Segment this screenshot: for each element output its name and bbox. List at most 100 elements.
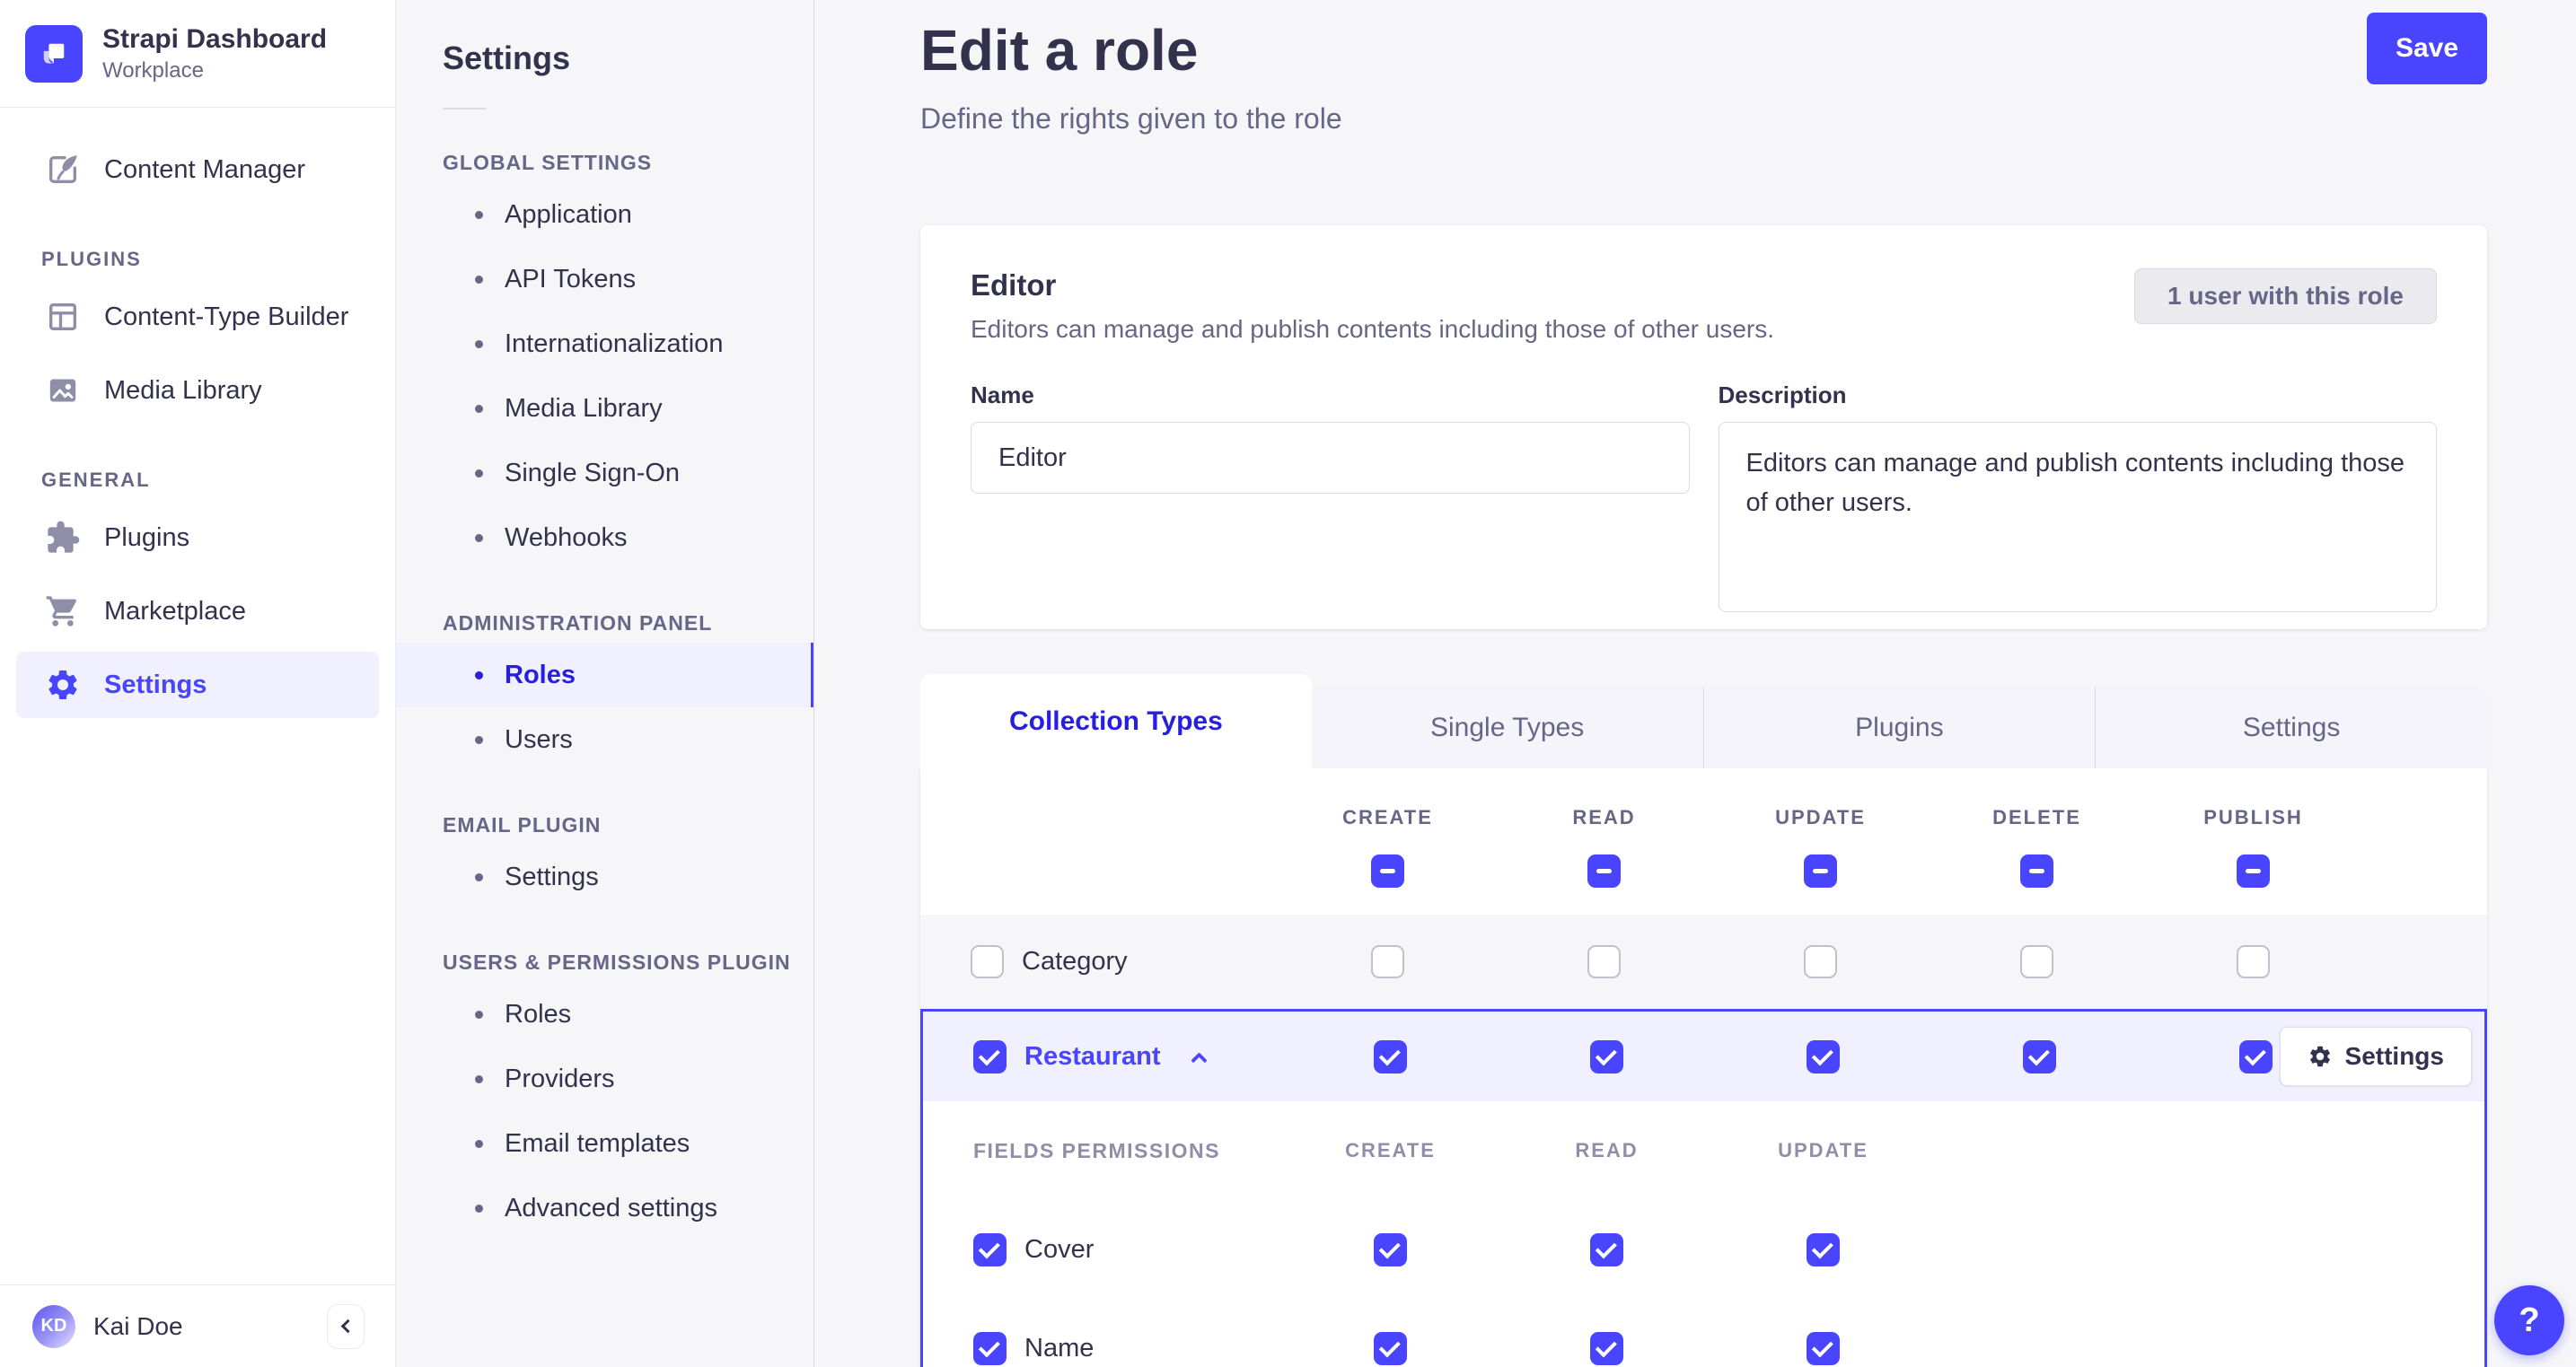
bullet-icon — [475, 210, 483, 219]
subnav-item-label: Webhooks — [505, 522, 628, 552]
update-checkbox[interactable] — [1807, 1039, 1840, 1073]
tab-settings[interactable]: Settings — [2095, 687, 2487, 768]
sidebar-item-settings[interactable]: Settings — [16, 652, 379, 718]
brand-text: Strapi Dashboard Workplace — [102, 23, 327, 83]
role-description-textarea[interactable]: Editors can manage and publish contents … — [1718, 422, 2437, 612]
column-header: READ — [1575, 1139, 1639, 1161]
collapse-sidebar-button[interactable] — [327, 1303, 365, 1349]
subnav-section-label: ADMINISTRATION PANEL — [443, 611, 713, 635]
table-row-category: Category — [920, 915, 2487, 1009]
subnav-item-providers[interactable]: Providers — [396, 1047, 813, 1111]
subnav-item-roles-admin[interactable]: Roles — [396, 643, 813, 707]
sidebar-item-marketplace[interactable]: Marketplace — [0, 574, 395, 648]
chevron-up-icon[interactable] — [1190, 1051, 1208, 1069]
tab-collection-types[interactable]: Collection Types — [920, 674, 1312, 768]
row-checkbox[interactable] — [973, 1232, 1007, 1266]
sidebar-item-label: Content Manager — [104, 154, 306, 184]
subnav-item-email-settings[interactable]: Settings — [396, 845, 813, 909]
sidebar-item-content-manager[interactable]: Content Manager — [0, 133, 395, 206]
avatar[interactable]: KD — [32, 1304, 75, 1348]
update-checkbox[interactable] — [1804, 945, 1837, 978]
page-title: Edit a role — [920, 18, 1199, 83]
select-all-create-checkbox[interactable] — [1371, 854, 1404, 888]
bullet-icon — [475, 339, 483, 348]
user-bar: KD Kai Doe — [0, 1284, 395, 1367]
bullet-icon — [475, 1139, 483, 1148]
sidebar-item-plugins[interactable]: Plugins — [0, 501, 395, 574]
sidebar-item-content-type-builder[interactable]: Content-Type Builder — [0, 280, 395, 354]
tab-plugins[interactable]: Plugins — [1702, 687, 2096, 768]
create-checkbox[interactable] — [1374, 1331, 1407, 1365]
select-all-publish-checkbox[interactable] — [2237, 854, 2270, 888]
column-header: DELETE — [1992, 806, 2081, 828]
role-details-card: Editor Editors can manage and publish co… — [920, 225, 2487, 629]
column-header: UPDATE — [1778, 1139, 1868, 1161]
subnav-section-label: EMAIL PLUGIN — [443, 813, 602, 837]
subnav-item-webhooks[interactable]: Webhooks — [396, 505, 813, 570]
brand[interactable]: Strapi Dashboard Workplace — [0, 0, 395, 108]
row-label[interactable]: Category — [1022, 947, 1128, 977]
create-checkbox[interactable] — [1374, 1232, 1407, 1266]
publish-checkbox[interactable] — [2237, 945, 2270, 978]
main-content: Edit a role Save Define the rights given… — [814, 0, 2576, 1367]
select-all-read-checkbox[interactable] — [1587, 854, 1621, 888]
create-checkbox[interactable] — [1371, 945, 1404, 978]
tab-single-types[interactable]: Single Types — [1311, 687, 1703, 768]
users-with-role-button[interactable]: 1 user with this role — [2134, 268, 2437, 324]
subnav-item-api-tokens[interactable]: API Tokens — [396, 247, 813, 311]
user-name: Kai Doe — [93, 1311, 183, 1340]
save-button[interactable]: Save — [2367, 13, 2487, 84]
publish-checkbox[interactable] — [2239, 1039, 2273, 1073]
subnav-section-email-plugin: EMAIL PLUGIN Settings — [396, 813, 813, 909]
row-checkbox[interactable] — [971, 945, 1004, 978]
delete-checkbox[interactable] — [2020, 945, 2053, 978]
subnav-item-label: Email templates — [505, 1128, 690, 1158]
permissions-table-header: CREATE READ UPDATE DELETE PUBLISH — [920, 768, 2487, 915]
select-all-delete-checkbox[interactable] — [2020, 854, 2053, 888]
select-all-update-checkbox[interactable] — [1804, 854, 1837, 888]
update-checkbox[interactable] — [1807, 1232, 1840, 1266]
subnav-section-label: GLOBAL SETTINGS — [443, 151, 653, 174]
read-checkbox[interactable] — [1590, 1331, 1623, 1365]
gear-icon — [2309, 1046, 2330, 1067]
sidebar-item-label: Settings — [104, 670, 207, 699]
subnav-item-users[interactable]: Users — [396, 707, 813, 772]
subnav-item-roles-up[interactable]: Roles — [396, 982, 813, 1047]
sidebar-item-media-library[interactable]: Media Library — [0, 354, 395, 427]
read-checkbox[interactable] — [1590, 1039, 1623, 1073]
read-checkbox[interactable] — [1590, 1232, 1623, 1266]
subnav-item-label: Settings — [505, 862, 599, 891]
row-label[interactable]: Restaurant — [1024, 1042, 1161, 1072]
pen-square-icon — [45, 152, 81, 188]
delete-checkbox[interactable] — [2023, 1039, 2056, 1073]
row-checkbox[interactable] — [973, 1039, 1007, 1073]
row-checkbox[interactable] — [973, 1331, 1007, 1365]
subnav-item-label: Advanced settings — [505, 1193, 717, 1222]
subnav-item-internationalization[interactable]: Internationalization — [396, 311, 813, 376]
subnav-item-label: Internationalization — [505, 329, 724, 358]
update-checkbox[interactable] — [1807, 1331, 1840, 1365]
row-label[interactable]: Cover — [1024, 1235, 1094, 1265]
column-header: CREATE — [1345, 1139, 1436, 1161]
name-field-group: Name — [971, 381, 1690, 617]
description-field-group: Description Editors can manage and publi… — [1718, 381, 2437, 617]
subnav-item-application[interactable]: Application — [396, 182, 813, 247]
subnav-item-media-library[interactable]: Media Library — [396, 376, 813, 441]
subnav-item-advanced-settings[interactable]: Advanced settings — [396, 1176, 813, 1240]
sidebar-section-plugins: PLUGINS — [41, 248, 142, 270]
page-header: Edit a role Save — [920, 13, 2487, 88]
create-checkbox[interactable] — [1374, 1039, 1407, 1073]
sidebar-section-general: GENERAL — [41, 469, 151, 491]
row-label[interactable]: Name — [1024, 1334, 1094, 1363]
row-settings-button[interactable]: Settings — [2279, 1027, 2472, 1086]
subnav-item-email-templates[interactable]: Email templates — [396, 1111, 813, 1176]
bullet-icon — [475, 1010, 483, 1019]
layout-grid-icon — [45, 299, 81, 335]
chevron-left-icon — [340, 1319, 355, 1334]
gear-icon — [45, 667, 81, 703]
subnav-item-single-sign-on[interactable]: Single Sign-On — [396, 441, 813, 505]
read-checkbox[interactable] — [1587, 945, 1621, 978]
cart-icon — [45, 593, 81, 629]
help-button[interactable]: ? — [2494, 1285, 2564, 1355]
role-name-input[interactable] — [971, 422, 1690, 494]
